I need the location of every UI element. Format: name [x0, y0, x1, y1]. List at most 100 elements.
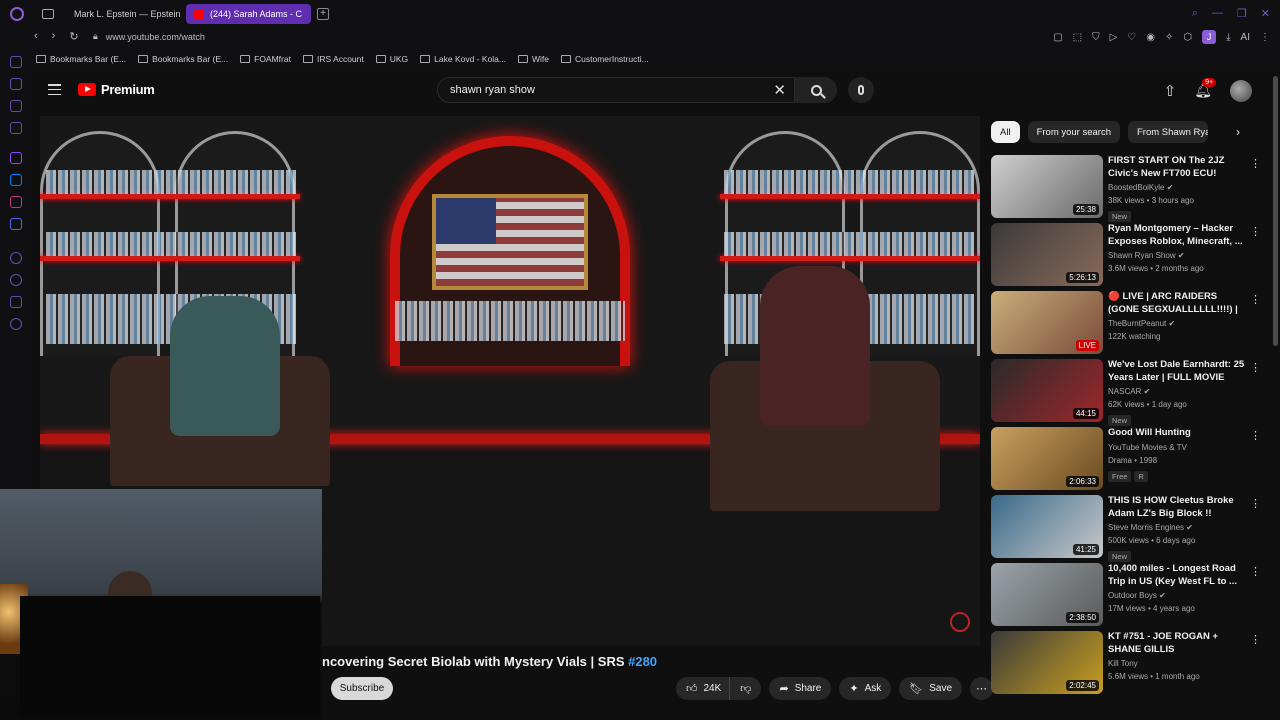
- account-avatar[interactable]: [1230, 80, 1252, 102]
- reload-icon[interactable]: ↻: [69, 30, 78, 43]
- channel-line[interactable]: BoostedBoiKyle ✔: [1108, 182, 1248, 193]
- vpn-icon[interactable]: ◉: [1146, 32, 1155, 43]
- url-field[interactable]: 🔒︎ www.youtube.com/watch: [93, 31, 205, 42]
- hamburger-menu-icon[interactable]: [48, 84, 61, 95]
- video-thumbnail[interactable]: 41:25: [991, 495, 1103, 558]
- chevron-right-icon[interactable]: ›: [1236, 125, 1240, 139]
- browser-logo-icon[interactable]: [10, 7, 24, 21]
- subscribe-button[interactable]: Subscribe: [331, 677, 393, 700]
- channel-line[interactable]: YouTube Movies & TV: [1108, 442, 1248, 453]
- video-thumbnail[interactable]: 2:06:33: [991, 427, 1103, 490]
- voice-search-button[interactable]: [848, 77, 874, 103]
- recommendation-title[interactable]: 10,400 miles - Longest Road Trip in US (…: [1108, 563, 1248, 588]
- chip-from-channel[interactable]: From Shawn Ryan Show: [1128, 121, 1208, 143]
- music-icon[interactable]: [10, 252, 22, 264]
- recommendation-item[interactable]: 25:38 FIRST START ON The 2JZ Civic's New…: [991, 155, 1261, 223]
- settings-icon[interactable]: [10, 318, 22, 330]
- download-icon[interactable]: ⤓: [1226, 32, 1230, 43]
- tab-overview-icon[interactable]: [42, 9, 54, 19]
- video-thumbnail[interactable]: 44:15: [991, 359, 1103, 422]
- instagram-icon[interactable]: [10, 196, 22, 208]
- share-button[interactable]: ➦ Share: [769, 677, 832, 700]
- recommendation-item[interactable]: 2:02:45 KT #751 - JOE ROGAN + SHANE GILL…: [991, 631, 1261, 699]
- video-thumbnail[interactable]: 2:02:45: [991, 631, 1103, 694]
- notifications-button[interactable]: 🔔︎ 9+: [1194, 78, 1217, 100]
- channel-line[interactable]: Kill Tony: [1108, 658, 1248, 669]
- extensions-icon[interactable]: ✧: [1165, 32, 1173, 43]
- bookmark-item[interactable]: IRS Account: [302, 54, 364, 64]
- pinboard-icon[interactable]: ⬡: [1183, 32, 1192, 43]
- flow-icon[interactable]: [10, 78, 22, 90]
- maximize-button[interactable]: ❐: [1237, 7, 1247, 20]
- more-options-icon[interactable]: ⋮: [1250, 157, 1261, 170]
- mail-icon[interactable]: [10, 122, 22, 134]
- aria-ai-button[interactable]: AI: [1241, 32, 1250, 43]
- recommendation-title[interactable]: Ryan Montgomery – Hacker Exposes Roblox,…: [1108, 223, 1248, 248]
- forward-icon[interactable]: ›: [52, 30, 56, 43]
- recommendation-title[interactable]: 🔴 LIVE | ARC RAIDERS (GONE SEGXUALLLLLL!…: [1108, 291, 1248, 316]
- video-thumbnail[interactable]: 2:38:50: [991, 563, 1103, 626]
- more-actions-button[interactable]: ⋯: [970, 677, 994, 700]
- search-input[interactable]: shawn ryan show ✕: [437, 77, 795, 103]
- recommendation-item[interactable]: 41:25 THIS IS HOW Cleetus Broke Adam LZ'…: [991, 495, 1261, 563]
- video-thumbnail[interactable]: 5:26:13: [991, 223, 1103, 286]
- more-options-icon[interactable]: ⋮: [1250, 633, 1261, 646]
- channel-line[interactable]: Steve Morris Engines ✔: [1108, 522, 1248, 533]
- bookmark-item[interactable]: Wife: [518, 54, 549, 64]
- player-icon[interactable]: ▷: [1110, 32, 1118, 43]
- channel-line[interactable]: Outdoor Boys ✔: [1108, 590, 1248, 601]
- new-tab-button[interactable]: +: [317, 8, 329, 20]
- messages-icon[interactable]: [10, 100, 22, 112]
- more-options-icon[interactable]: ⋮: [1250, 497, 1261, 510]
- recommendation-item[interactable]: 44:15 We've Lost Dale Earnhardt: 25 Year…: [991, 359, 1261, 427]
- video-thumbnail[interactable]: LIVE: [991, 291, 1103, 354]
- shield-icon[interactable]: ⛉: [1092, 32, 1100, 43]
- profile-avatar[interactable]: J: [1202, 30, 1217, 44]
- episode-hashtag[interactable]: #280: [628, 654, 657, 669]
- close-window-button[interactable]: ✕: [1261, 7, 1270, 20]
- save-button[interactable]: 🔖︎ Save: [899, 677, 963, 700]
- twitch-icon[interactable]: [10, 152, 22, 164]
- recommendation-title[interactable]: KT #751 - JOE ROGAN + SHANE GILLIS: [1108, 631, 1248, 656]
- more-options-icon[interactable]: ⋮: [1250, 361, 1261, 374]
- bookmark-item[interactable]: Bookmarks Bar (E...: [36, 54, 126, 64]
- bookmark-item[interactable]: Lake Kovd - Kola...: [420, 54, 506, 64]
- bookmark-item[interactable]: Bookmarks Bar (E...: [138, 54, 228, 64]
- bookmark-item[interactable]: FOAMfrat: [240, 54, 291, 64]
- bookmark-item[interactable]: CustomerInstructi...: [561, 54, 649, 64]
- bookmark-page-icon[interactable]: ▢: [1053, 32, 1062, 43]
- youtube-logo[interactable]: Premium: [78, 82, 155, 97]
- bookmark-item[interactable]: UKG: [375, 54, 408, 64]
- channel-line[interactable]: NASCAR ✔: [1108, 386, 1248, 397]
- like-button[interactable]: 👍︎ 24K: [676, 677, 730, 700]
- chip-all[interactable]: All: [991, 121, 1020, 143]
- messenger-icon[interactable]: [10, 174, 22, 186]
- search-tabs-icon[interactable]: ⌕: [1192, 7, 1198, 20]
- recommendation-item[interactable]: 2:06:33 Good Will Hunting YouTube Movies…: [991, 427, 1261, 495]
- back-icon[interactable]: ‹: [34, 30, 38, 43]
- recommendation-item[interactable]: LIVE 🔴 LIVE | ARC RAIDERS (GONE SEGXUALL…: [991, 291, 1261, 359]
- more-options-icon[interactable]: ⋮: [1250, 565, 1261, 578]
- browser-tab-epstein[interactable]: Mark L. Epstein — Epstein: [60, 4, 180, 24]
- extensions-icon[interactable]: [10, 296, 22, 308]
- recommendation-title[interactable]: FIRST START ON The 2JZ Civic's New FT700…: [1108, 155, 1248, 180]
- recommendation-title[interactable]: Good Will Hunting: [1108, 427, 1248, 440]
- recommendation-title[interactable]: THIS IS HOW Cleetus Broke Adam LZ's Big …: [1108, 495, 1248, 520]
- history-icon[interactable]: [10, 274, 22, 286]
- chip-from-search[interactable]: From your search: [1027, 121, 1120, 143]
- dislike-button[interactable]: 👎︎: [729, 677, 762, 700]
- clear-search-icon[interactable]: ✕: [773, 81, 786, 99]
- heart-icon[interactable]: ♡: [1127, 32, 1136, 43]
- minimize-button[interactable]: —: [1212, 7, 1223, 20]
- recommendation-item[interactable]: 5:26:13 Ryan Montgomery – Hacker Exposes…: [991, 223, 1261, 291]
- upload-icon[interactable]: ⇧: [1164, 82, 1177, 100]
- video-thumbnail[interactable]: 25:38: [991, 155, 1103, 218]
- snapshot-icon[interactable]: ⬚: [1073, 32, 1082, 43]
- recommendation-title[interactable]: We've Lost Dale Earnhardt: 25 Years Late…: [1108, 359, 1248, 384]
- discord-icon[interactable]: [10, 218, 22, 230]
- more-options-icon[interactable]: ⋮: [1250, 429, 1261, 442]
- channel-line[interactable]: TheBurntPeanut ✔: [1108, 318, 1248, 329]
- more-options-icon[interactable]: ⋮: [1250, 225, 1261, 238]
- aria-icon[interactable]: [10, 56, 22, 68]
- recommendation-item[interactable]: 2:38:50 10,400 miles - Longest Road Trip…: [991, 563, 1261, 631]
